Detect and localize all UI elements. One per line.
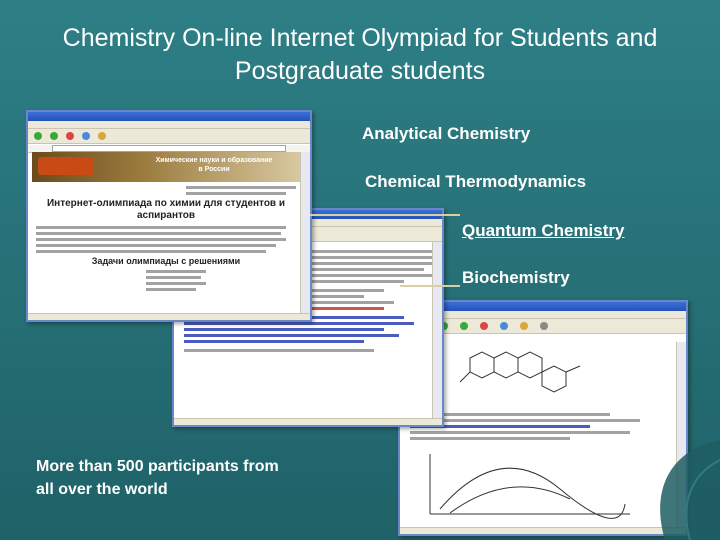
- window-toolbar: [28, 129, 310, 144]
- connector-line: [400, 285, 460, 287]
- window-statusbar: [28, 313, 310, 320]
- refresh-icon: [82, 132, 90, 140]
- search-icon: [540, 322, 548, 330]
- browser-window-olympiad: Химические науки и образование в России …: [26, 110, 312, 322]
- participants-note: More than 500 participants from all over…: [36, 458, 279, 498]
- slide-title: Chemistry On-line Internet Olympiad for …: [62, 24, 658, 85]
- refresh-icon: [500, 322, 508, 330]
- connector-line: [310, 214, 460, 216]
- stop-icon: [480, 322, 488, 330]
- molecule-structure-diagram: [459, 351, 581, 393]
- window-statusbar: [174, 418, 442, 425]
- site-logo: [38, 157, 94, 175]
- forward-icon: [460, 322, 468, 330]
- stop-icon: [66, 132, 74, 140]
- home-icon: [520, 322, 528, 330]
- forward-icon: [50, 132, 58, 140]
- site-banner: Химические науки и образование в России: [32, 152, 300, 182]
- topic-quantum-chemistry[interactable]: Quantum Chemistry: [462, 221, 624, 241]
- back-icon: [34, 132, 42, 140]
- window-menubar: [28, 121, 310, 129]
- energy-diagram: [429, 454, 630, 519]
- section-heading: Задачи олимпиады с решениями: [91, 256, 241, 266]
- topic-biochemistry: Biochemistry: [462, 268, 570, 287]
- leaf-decoration: [660, 440, 720, 540]
- site-heading: Химические науки и образование в России: [155, 157, 273, 173]
- home-icon: [98, 132, 106, 140]
- page-heading: Интернет-олимпиада по химии для студенто…: [46, 198, 286, 221]
- topic-chemical-thermodynamics: Chemical Thermodynamics: [365, 172, 587, 191]
- topic-analytical-chemistry: Analytical Chemistry: [362, 124, 531, 143]
- window-titlebar: [28, 112, 310, 121]
- window-page-content: Химические науки и образование в России …: [28, 152, 310, 314]
